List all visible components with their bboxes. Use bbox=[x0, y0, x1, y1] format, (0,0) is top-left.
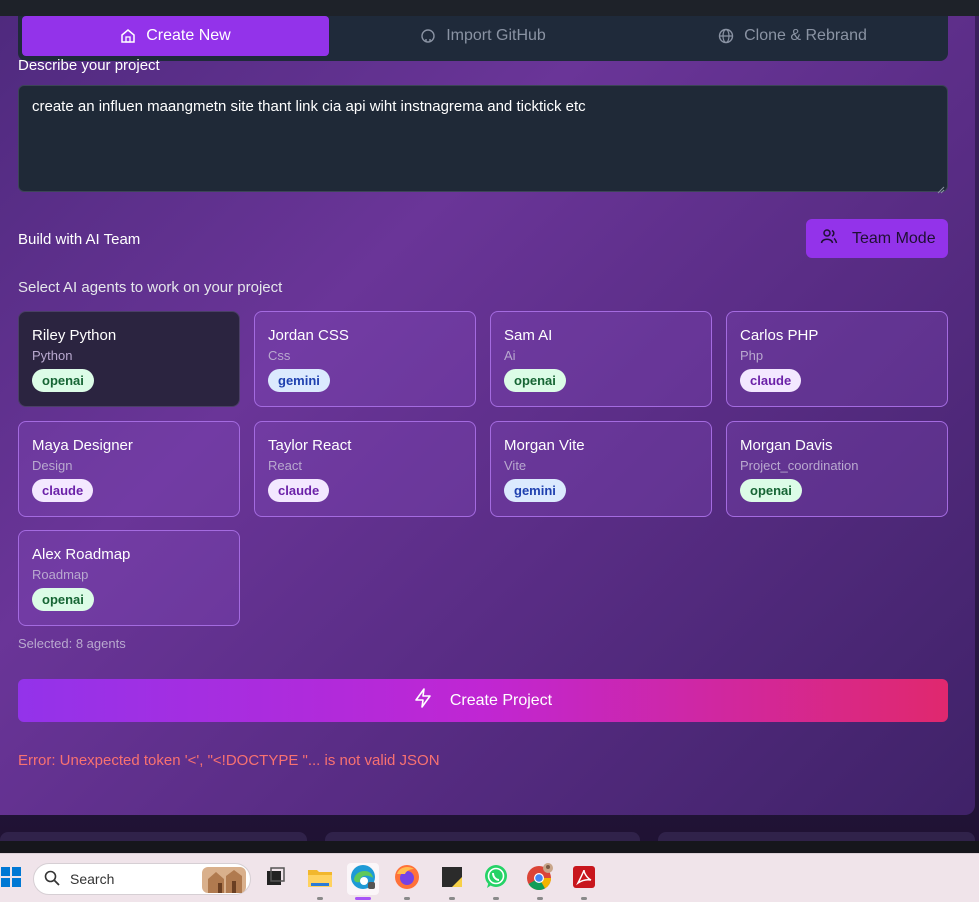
chrome-icon bbox=[525, 862, 555, 897]
create-project-button[interactable]: Create Project bbox=[18, 679, 948, 722]
task-view-button[interactable] bbox=[259, 863, 291, 895]
agent-role: Project_coordination bbox=[740, 458, 859, 473]
selected-count: Selected: 8 agents bbox=[18, 636, 126, 651]
search-highlight-icon bbox=[202, 867, 246, 896]
agent-name: Jordan CSS bbox=[268, 327, 349, 344]
agent-role: Python bbox=[32, 348, 73, 363]
create-project-label: Create Project bbox=[449, 691, 553, 709]
running-indicator bbox=[449, 897, 455, 900]
provider-badge: claude bbox=[32, 479, 94, 502]
agent-name: Taylor React bbox=[268, 437, 352, 454]
sticky-notes-button[interactable] bbox=[436, 863, 468, 900]
sticky-notes-icon bbox=[440, 865, 464, 894]
error-message: Error: Unexpected token '<', "<!DOCTYPE … bbox=[18, 752, 440, 769]
browser-top-bar bbox=[0, 0, 979, 16]
running-indicator bbox=[404, 897, 410, 900]
acrobat-button[interactable] bbox=[568, 863, 600, 900]
agent-role: Vite bbox=[504, 458, 527, 473]
describe-label: Describe your project bbox=[18, 57, 160, 74]
resize-handle-icon[interactable] bbox=[937, 181, 945, 194]
provider-badge: claude bbox=[740, 369, 802, 392]
agent-card-morgan-davis[interactable]: Morgan Davis Project_coordination openai bbox=[726, 421, 948, 517]
file-explorer-button[interactable] bbox=[304, 863, 336, 900]
acrobat-icon bbox=[572, 865, 596, 894]
agent-name: Morgan Vite bbox=[504, 437, 585, 454]
taskbar-search[interactable]: Search bbox=[33, 863, 251, 895]
running-indicator bbox=[493, 897, 499, 900]
agent-role: React bbox=[268, 458, 302, 473]
github-icon bbox=[420, 28, 436, 44]
agent-name: Maya Designer bbox=[32, 437, 133, 454]
search-placeholder: Search bbox=[70, 871, 115, 887]
agent-card-jordan-css[interactable]: Jordan CSS Css gemini bbox=[254, 311, 476, 407]
agent-card-taylor-react[interactable]: Taylor React React claude bbox=[254, 421, 476, 517]
whatsapp-icon bbox=[483, 864, 509, 895]
agent-role: Ai bbox=[504, 348, 516, 363]
provider-badge: openai bbox=[740, 479, 802, 502]
tab-label: Clone & Rebrand bbox=[744, 27, 867, 44]
firefox-button[interactable] bbox=[391, 863, 423, 900]
team-mode-button[interactable]: Team Mode bbox=[806, 219, 948, 258]
create-project-panel: Create New Import GitHub Clone & Rebrand… bbox=[0, 16, 975, 815]
tab-clone-rebrand[interactable]: Clone & Rebrand bbox=[637, 16, 948, 56]
tab-create-new[interactable]: Create New bbox=[22, 16, 329, 56]
agent-role: Css bbox=[268, 348, 291, 363]
running-indicator bbox=[317, 897, 323, 900]
agent-name: Sam AI bbox=[504, 327, 553, 344]
folder-icon bbox=[307, 866, 333, 893]
page-background: Create New Import GitHub Clone & Rebrand… bbox=[0, 16, 979, 852]
agent-name: Carlos PHP bbox=[740, 327, 819, 344]
windows-start-button[interactable] bbox=[0, 863, 22, 895]
agent-card-sam-ai[interactable]: Sam AI Ai openai bbox=[490, 311, 712, 407]
home-icon bbox=[120, 28, 136, 44]
provider-badge: claude bbox=[268, 479, 330, 502]
agent-role: Roadmap bbox=[32, 567, 89, 582]
chrome-button[interactable] bbox=[524, 862, 556, 900]
project-description-input[interactable]: create an influen maangmetn site thant l… bbox=[18, 85, 948, 194]
agent-name: Alex Roadmap bbox=[32, 546, 131, 563]
windows-taskbar: Search bbox=[0, 853, 979, 902]
globe-icon bbox=[718, 28, 734, 44]
windows-logo-icon bbox=[1, 866, 21, 892]
description-text: create an influen maangmetn site thant l… bbox=[32, 98, 586, 115]
agent-name: Riley Python bbox=[32, 327, 117, 344]
edge-icon bbox=[350, 864, 376, 895]
tab-label: Create New bbox=[146, 27, 231, 44]
agent-role: Design bbox=[32, 458, 73, 473]
provider-badge: gemini bbox=[268, 369, 330, 392]
agent-card-carlos-php[interactable]: Carlos PHP Php claude bbox=[726, 311, 948, 407]
agent-card-morgan-vite[interactable]: Morgan Vite Vite gemini bbox=[490, 421, 712, 517]
active-indicator bbox=[355, 897, 371, 900]
select-agents-label: Select AI agents to work on your project bbox=[18, 279, 283, 296]
provider-badge: openai bbox=[32, 588, 94, 611]
running-indicator bbox=[581, 897, 587, 900]
lightning-icon bbox=[414, 688, 432, 713]
agent-role: Php bbox=[740, 348, 764, 363]
provider-badge: gemini bbox=[504, 479, 566, 502]
task-view-icon bbox=[264, 866, 286, 893]
agent-name: Morgan Davis bbox=[740, 437, 833, 454]
build-with-team-label: Build with AI Team bbox=[18, 231, 141, 248]
search-icon bbox=[44, 870, 60, 889]
tab-import-github[interactable]: Import GitHub bbox=[329, 16, 637, 56]
window-bottom-edge bbox=[0, 841, 979, 853]
whatsapp-button[interactable] bbox=[480, 863, 512, 900]
team-mode-label: Team Mode bbox=[852, 229, 936, 247]
agent-card-alex-roadmap[interactable]: Alex Roadmap Roadmap openai bbox=[18, 530, 240, 626]
running-indicator bbox=[537, 897, 543, 900]
agent-card-maya-designer[interactable]: Maya Designer Design claude bbox=[18, 421, 240, 517]
edge-browser-button[interactable] bbox=[347, 863, 379, 900]
provider-badge: openai bbox=[32, 369, 94, 392]
firefox-icon bbox=[394, 864, 420, 895]
mode-tabs: Create New Import GitHub Clone & Rebrand bbox=[18, 16, 948, 61]
agent-card-riley-python[interactable]: Riley Python Python openai bbox=[18, 311, 240, 407]
users-icon bbox=[820, 227, 838, 250]
tab-label: Import GitHub bbox=[446, 27, 546, 44]
provider-badge: openai bbox=[504, 369, 566, 392]
